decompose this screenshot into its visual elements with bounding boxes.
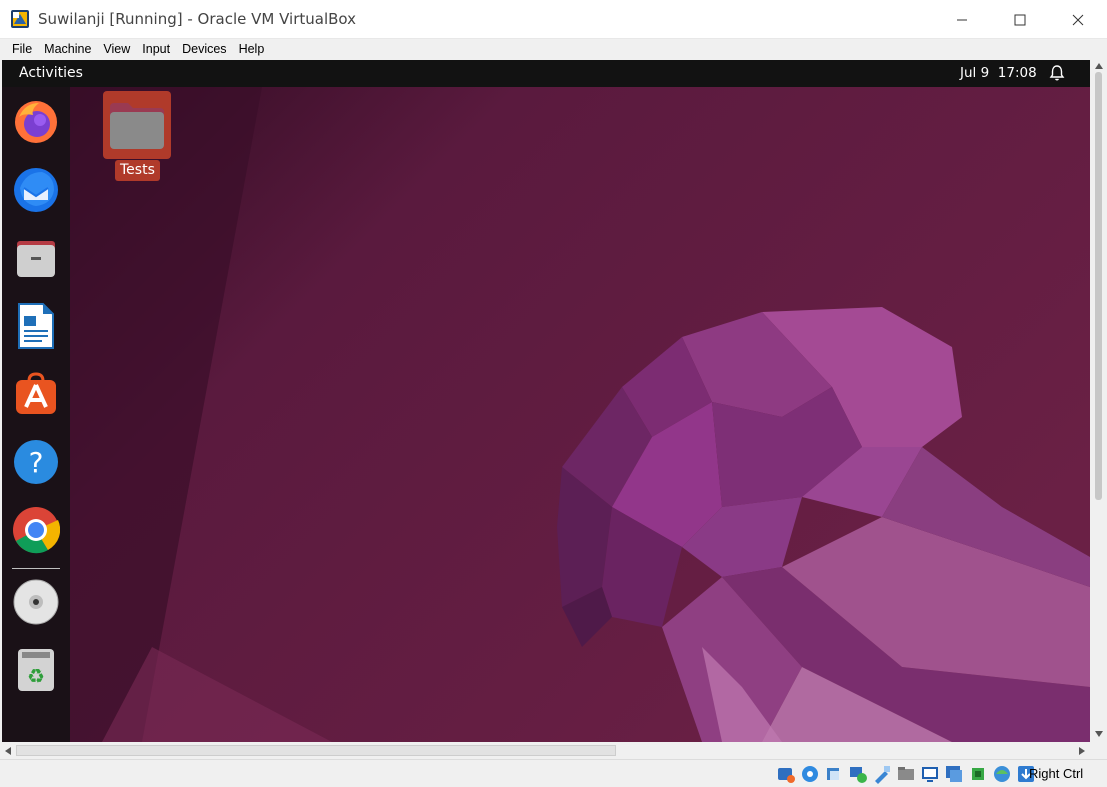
window-title: Suwilanji [Running] - Oracle VM VirtualB… bbox=[38, 10, 356, 28]
arrow-up-icon bbox=[1094, 63, 1103, 69]
folder-icon bbox=[110, 103, 164, 149]
gnome-top-bar: Activities Jul 9 17:08 bbox=[2, 60, 1090, 87]
svg-text:?: ? bbox=[29, 446, 44, 479]
vbox-menubar: File Machine View Input Devices Help bbox=[0, 39, 1107, 60]
dock-item-writer[interactable] bbox=[10, 300, 62, 352]
hard-disk-icon[interactable] bbox=[775, 763, 797, 785]
dock-item-trash[interactable]: ♻ bbox=[10, 644, 62, 696]
close-button[interactable] bbox=[1049, 0, 1107, 39]
dock-item-app-center[interactable] bbox=[10, 368, 62, 420]
thunderbird-icon bbox=[14, 168, 58, 212]
cpu-icon[interactable] bbox=[967, 763, 989, 785]
bell-icon[interactable] bbox=[1049, 64, 1065, 82]
disc-icon bbox=[13, 579, 59, 625]
desktop-item-tests[interactable] bbox=[103, 91, 171, 159]
trash-icon: ♻ bbox=[18, 649, 54, 691]
chrome-icon bbox=[13, 507, 60, 554]
shared-folders-icon[interactable] bbox=[895, 763, 917, 785]
display-icon[interactable] bbox=[919, 763, 941, 785]
writer-icon bbox=[18, 303, 54, 349]
mouse-integration-icon[interactable] bbox=[991, 763, 1013, 785]
arrow-right-icon bbox=[1079, 746, 1085, 755]
svg-text:♻: ♻ bbox=[27, 664, 45, 688]
arrow-left-icon bbox=[5, 746, 11, 755]
minimize-icon bbox=[957, 19, 967, 20]
dock-item-disc[interactable] bbox=[10, 576, 62, 628]
firefox-icon bbox=[15, 101, 57, 143]
guest-display[interactable]: Activities Jul 9 17:08 ? ♻ Tests bbox=[2, 60, 1090, 742]
recording-icon[interactable] bbox=[943, 763, 965, 785]
optical-drive-icon[interactable] bbox=[799, 763, 821, 785]
virtualbox-icon bbox=[11, 10, 29, 28]
close-icon bbox=[1072, 14, 1084, 25]
horizontal-scrollbar[interactable] bbox=[0, 742, 1090, 759]
minimize-button[interactable] bbox=[933, 0, 991, 39]
menu-file[interactable]: File bbox=[0, 39, 38, 60]
host-key-label: Right Ctrl bbox=[1029, 766, 1084, 781]
menu-help[interactable]: Help bbox=[233, 39, 271, 60]
help-icon: ? bbox=[14, 440, 58, 484]
scroll-up-button[interactable] bbox=[1090, 60, 1107, 72]
desktop-wallpaper bbox=[2, 87, 1090, 742]
horizontal-scroll-thumb[interactable] bbox=[16, 745, 616, 756]
vertical-scrollbar[interactable] bbox=[1090, 60, 1107, 742]
dock: ? ♻ bbox=[2, 87, 70, 742]
dock-separator bbox=[12, 568, 60, 569]
dock-item-files[interactable] bbox=[10, 232, 62, 284]
dock-item-thunderbird[interactable] bbox=[10, 164, 62, 216]
scroll-right-button[interactable] bbox=[1074, 742, 1090, 759]
arrow-down-icon bbox=[1094, 731, 1103, 737]
scroll-left-button[interactable] bbox=[0, 742, 16, 759]
menu-view[interactable]: View bbox=[97, 39, 136, 60]
activities-button[interactable]: Activities bbox=[19, 65, 83, 81]
desktop-item-label[interactable]: Tests bbox=[115, 160, 160, 181]
files-icon bbox=[17, 241, 55, 277]
clock-time: 17:08 bbox=[997, 65, 1037, 81]
vbox-status-bar: Right Ctrl bbox=[0, 759, 1107, 787]
dock-item-firefox[interactable] bbox=[10, 96, 62, 148]
scroll-down-button[interactable] bbox=[1090, 728, 1107, 740]
audio-icon[interactable] bbox=[823, 763, 845, 785]
window-title-bar[interactable]: Suwilanji [Running] - Oracle VM VirtualB… bbox=[0, 0, 1107, 39]
dock-item-chrome[interactable] bbox=[10, 504, 62, 556]
dock-item-help[interactable]: ? bbox=[10, 436, 62, 488]
clock[interactable]: Jul 9 17:08 bbox=[960, 65, 1037, 81]
maximize-button[interactable] bbox=[991, 0, 1049, 39]
network-icon[interactable] bbox=[847, 763, 869, 785]
maximize-icon bbox=[1014, 14, 1026, 25]
menu-machine[interactable]: Machine bbox=[38, 39, 97, 60]
usb-icon[interactable] bbox=[871, 763, 893, 785]
vertical-scroll-thumb[interactable] bbox=[1095, 72, 1102, 500]
app-center-icon bbox=[16, 372, 56, 414]
clock-date: Jul 9 bbox=[960, 65, 990, 81]
menu-input[interactable]: Input bbox=[136, 39, 176, 60]
menu-devices[interactable]: Devices bbox=[176, 39, 232, 60]
